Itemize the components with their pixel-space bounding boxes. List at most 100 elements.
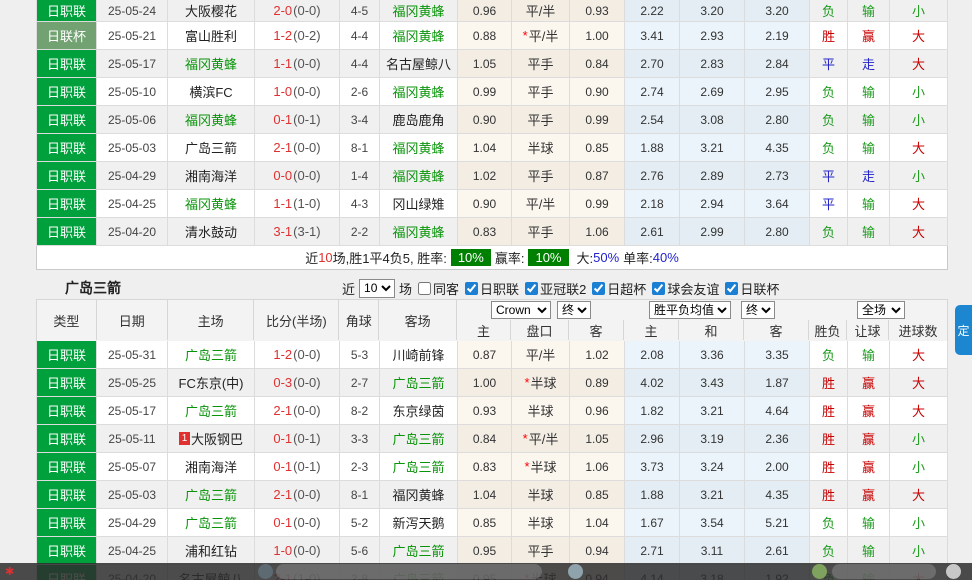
home-team: 1大阪钢巴 <box>168 425 255 453</box>
score-cell: 1-2(0-0) <box>255 341 340 369</box>
handicap-rate-badge: 10% <box>528 249 568 266</box>
match-row: 日职联 25-05-06 福冈黄蜂 0-1(0-1) 3-4 鹿岛鹿角 0.90… <box>36 106 948 134</box>
ah-away-odds: 1.04 <box>570 509 625 537</box>
halftime-score: (3-1) <box>293 224 320 239</box>
league-type-cell: 日职联 <box>36 106 97 134</box>
filter-checkbox-4[interactable] <box>652 282 665 295</box>
side-tab-button[interactable]: 定 <box>955 305 972 355</box>
ah-final-select[interactable]: 终 <box>557 301 591 319</box>
avg-odds-select[interactable]: 胜平负均值 <box>649 301 731 319</box>
result-goals: 大 <box>890 481 948 509</box>
home-team: 湘南海洋 <box>168 162 255 190</box>
scope-select[interactable]: 全场 <box>857 301 905 319</box>
col-header-away: 客场 <box>379 300 457 340</box>
changed-line-marker: * <box>524 459 529 474</box>
col-header-home: 主场 <box>168 300 255 340</box>
match-row: 日职联 25-05-31 广岛三箭 1-2(0-0) 5-3 川崎前锋 0.87… <box>36 341 948 369</box>
result-handicap: 赢 <box>848 481 890 509</box>
col-header-score: 比分(半场) <box>254 300 339 340</box>
home-team-name: 福冈黄蜂 <box>185 194 237 213</box>
result-handicap: 走 <box>848 50 890 78</box>
away-team: 福冈黄蜂 <box>380 218 458 246</box>
filter-option: 日职联 <box>459 279 519 298</box>
filter-label: 亚冠联2 <box>540 279 586 298</box>
eu-home-odds: 2.96 <box>625 425 680 453</box>
away-team: 川崎前锋 <box>380 341 458 369</box>
fulltime-score: 0-0 <box>273 168 292 183</box>
taskbar-app-icon[interactable] <box>568 564 583 579</box>
filter-checkbox-3[interactable] <box>592 282 605 295</box>
recent-count-select[interactable]: 10 <box>359 279 395 298</box>
corners-cell: 8-1 <box>340 481 380 509</box>
result-goals: 小 <box>890 162 948 190</box>
col-header-type: 类型 <box>37 300 97 340</box>
away-team-name: 福冈黄蜂 <box>392 485 444 504</box>
eu-away-odds: 2.36 <box>745 425 810 453</box>
fulltime-score: 2-1 <box>273 140 292 155</box>
eu-home-odds: 2.54 <box>625 106 680 134</box>
eu-away-odds: 2.00 <box>745 453 810 481</box>
eu-draw-odds: 2.69 <box>680 78 745 106</box>
ah-home-odds: 0.83 <box>458 453 512 481</box>
league-type-cell: 日职联 <box>36 78 97 106</box>
taskbar-window-pill[interactable] <box>832 564 936 579</box>
taskbar-app-icon[interactable] <box>258 564 273 579</box>
handicap-text: 平手 <box>527 166 553 185</box>
away-team-name: 福冈黄蜂 <box>392 138 444 157</box>
eu-final-select[interactable]: 终 <box>741 301 775 319</box>
result-wdl: 胜 <box>810 397 848 425</box>
halftime-score: (0-0) <box>293 403 320 418</box>
away-team-name: 川崎前锋 <box>392 345 444 364</box>
filter-checkbox-1[interactable] <box>465 282 478 295</box>
filter-label: 同客 <box>433 279 459 298</box>
eu-away-odds: 2.19 <box>745 22 810 50</box>
home-team-name: 大阪樱花 <box>185 1 237 20</box>
match-row: 日职联 25-04-20 清水鼓动 3-1(3-1) 2-2 福冈黄蜂 0.83… <box>36 218 948 246</box>
corners-cell: 8-2 <box>340 397 380 425</box>
eu-away-odds: 2.61 <box>745 537 810 565</box>
taskbar-app-icon[interactable] <box>812 564 827 579</box>
score-cell: 1-0(0-0) <box>255 537 340 565</box>
away-team-history-table: 日职联 25-05-31 广岛三箭 1-2(0-0) 5-3 川崎前锋 0.87… <box>36 341 948 580</box>
ah-away-odds: 0.87 <box>570 162 625 190</box>
result-handicap: 输 <box>848 106 890 134</box>
handicap-text: 半球 <box>527 513 553 532</box>
filter-checkbox-2[interactable] <box>525 282 538 295</box>
ah-home-odds: 1.04 <box>458 134 512 162</box>
handicap-text: 半球 <box>527 401 553 420</box>
ah-home-odds: 1.04 <box>458 481 512 509</box>
away-team: 福冈黄蜂 <box>380 481 458 509</box>
result-goals: 小 <box>890 0 948 22</box>
home-team: 福冈黄蜂 <box>168 50 255 78</box>
away-table-header: 类型 日期 主场 比分(半场) 角球 客场 Crown 终 胜平负均值 终 全场… <box>36 299 948 341</box>
ah-handicap: *半球 <box>512 453 570 481</box>
match-date: 25-05-03 <box>97 481 168 509</box>
eu-draw-odds: 2.99 <box>680 218 745 246</box>
fulltime-score: 2-1 <box>273 403 292 418</box>
match-row: 日职联 25-05-11 1大阪钢巴 0-1(0-1) 3-3 广岛三箭 0.8… <box>36 425 948 453</box>
ah-handicap: *平手 <box>512 78 570 106</box>
match-row: 日职联 25-04-25 浦和红钻 1-0(0-0) 5-6 广岛三箭 0.95… <box>36 537 948 565</box>
taskbar-app-icon[interactable] <box>946 564 961 579</box>
taskbar-window-pill[interactable] <box>276 564 542 579</box>
eu-home-odds: 1.88 <box>625 481 680 509</box>
result-handicap: 输 <box>848 78 890 106</box>
taskbar-overlay: ✱ <box>0 563 972 580</box>
handicap-text: 半球 <box>531 373 557 392</box>
filter-option: 亚冠联2 <box>519 279 586 298</box>
filter-checkbox-5[interactable] <box>725 282 738 295</box>
home-team-history-table: 日职联 25-05-24 大阪樱花 2-0(0-0) 4-5 福冈黄蜂 0.96… <box>36 0 948 246</box>
odds-subheader-row: 主 盘口 客 主 和 客 胜负 让球 进球数 <box>457 320 947 340</box>
taskbar-notification-icon[interactable]: ✱ <box>5 565 14 578</box>
home-team: 横滨FC <box>168 78 255 106</box>
ah-home-odds: 0.96 <box>458 0 512 22</box>
filter-checkbox-0[interactable] <box>418 282 431 295</box>
eu-away-odds: 5.21 <box>745 509 810 537</box>
bookmaker-select[interactable]: Crown <box>491 301 551 319</box>
handicap-text: 半球 <box>527 138 553 157</box>
result-wdl: 负 <box>810 341 848 369</box>
handicap-text: 半球 <box>527 485 553 504</box>
handicap-text: 半球 <box>531 457 557 476</box>
eu-home-odds: 2.76 <box>625 162 680 190</box>
ah-away-odds: 0.89 <box>570 369 625 397</box>
